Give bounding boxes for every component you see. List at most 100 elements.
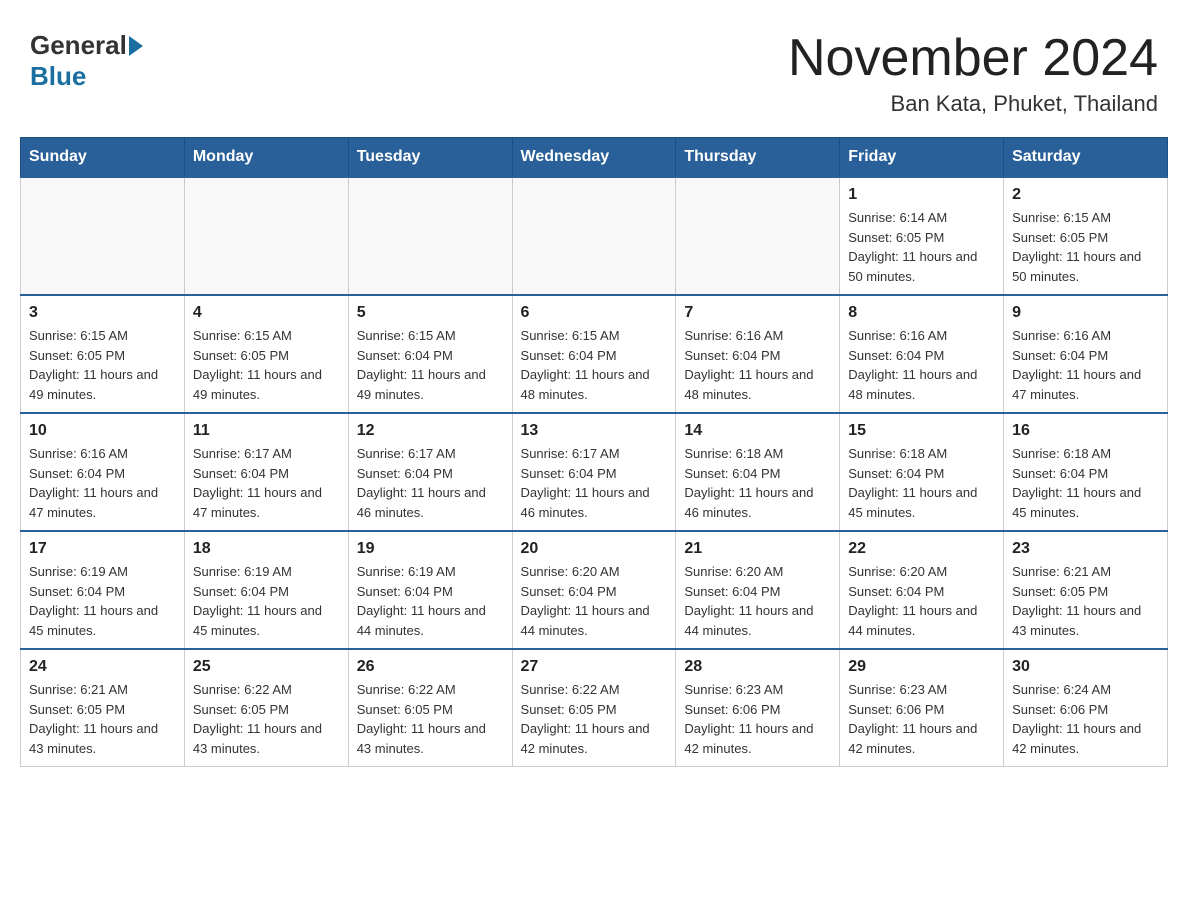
weekday-header-saturday: Saturday [1004, 138, 1168, 178]
calendar-cell: 4 Sunrise: 6:15 AMSunset: 6:05 PMDaylight… [184, 295, 348, 413]
day-info: Sunrise: 6:18 AMSunset: 6:04 PMDaylight:… [1012, 444, 1159, 522]
day-info: Sunrise: 6:15 AMSunset: 6:05 PMDaylight:… [193, 326, 340, 404]
day-info: Sunrise: 6:22 AMSunset: 6:05 PMDaylight:… [193, 680, 340, 758]
calendar-cell: 17Sunrise: 6:19 AMSunset: 6:04 PMDayligh… [21, 531, 185, 649]
day-info: Sunrise: 6:15 AMSunset: 6:05 PMDaylight:… [1012, 208, 1159, 286]
calendar-cell: 18 Sunrise: 6:19 AMSunset: 6:04 PMDayligh… [184, 531, 348, 649]
calendar-cell: 26Sunrise: 6:22 AMSunset: 6:05 PMDayligh… [348, 649, 512, 767]
day-info: Sunrise: 6:17 AMSunset: 6:04 PMDaylight:… [521, 444, 668, 522]
weekday-header-monday: Monday [184, 138, 348, 178]
logo: General Blue [30, 30, 145, 92]
day-number: 23 [1012, 540, 1159, 558]
calendar-cell: 8 Sunrise: 6:16 AMSunset: 6:04 PMDaylight… [840, 295, 1004, 413]
day-info: Sunrise: 6:19 AMSunset: 6:04 PMDaylight:… [29, 562, 176, 640]
day-number: 13 [521, 422, 668, 440]
day-info: Sunrise: 6:23 AMSunset: 6:06 PMDaylight:… [848, 680, 995, 758]
day-info: Sunrise: 6:19 AMSunset: 6:04 PMDaylight:… [357, 562, 504, 640]
day-info: Sunrise: 6:21 AMSunset: 6:05 PMDaylight:… [29, 680, 176, 758]
month-year-title: November 2024 [788, 30, 1158, 87]
week-row-4: 17Sunrise: 6:19 AMSunset: 6:04 PMDayligh… [21, 531, 1168, 649]
day-number: 6 [521, 304, 668, 322]
day-number: 8 [848, 304, 995, 322]
calendar-cell: 15Sunrise: 6:18 AMSunset: 6:04 PMDayligh… [840, 413, 1004, 531]
page-header: General Blue November 2024 Ban Kata, Phu… [20, 20, 1168, 117]
calendar-cell: 25 Sunrise: 6:22 AMSunset: 6:05 PMDayligh… [184, 649, 348, 767]
day-number: 24 [29, 658, 176, 676]
calendar-cell: 2 Sunrise: 6:15 AMSunset: 6:05 PMDaylight… [1004, 177, 1168, 295]
day-number: 4 [193, 304, 340, 322]
day-number: 25 [193, 658, 340, 676]
weekday-header-friday: Friday [840, 138, 1004, 178]
title-block: November 2024 Ban Kata, Phuket, Thailand [788, 30, 1158, 117]
day-info: Sunrise: 6:20 AMSunset: 6:04 PMDaylight:… [684, 562, 831, 640]
logo-general-text: General [30, 30, 127, 61]
day-info: Sunrise: 6:19 AMSunset: 6:04 PMDaylight:… [193, 562, 340, 640]
calendar-cell: 23 Sunrise: 6:21 AMSunset: 6:05 PMDayligh… [1004, 531, 1168, 649]
calendar-cell: 22 Sunrise: 6:20 AMSunset: 6:04 PMDayligh… [840, 531, 1004, 649]
day-number: 19 [357, 540, 504, 558]
day-number: 7 [684, 304, 831, 322]
week-row-5: 24 Sunrise: 6:21 AMSunset: 6:05 PMDayligh… [21, 649, 1168, 767]
day-number: 9 [1012, 304, 1159, 322]
day-info: Sunrise: 6:16 AMSunset: 6:04 PMDaylight:… [848, 326, 995, 404]
calendar-cell: 16 Sunrise: 6:18 AMSunset: 6:04 PMDayligh… [1004, 413, 1168, 531]
weekday-header-thursday: Thursday [676, 138, 840, 178]
day-info: Sunrise: 6:16 AMSunset: 6:04 PMDaylight:… [684, 326, 831, 404]
day-number: 1 [848, 186, 995, 204]
calendar-cell: 9 Sunrise: 6:16 AMSunset: 6:04 PMDaylight… [1004, 295, 1168, 413]
day-info: Sunrise: 6:22 AMSunset: 6:05 PMDaylight:… [521, 680, 668, 758]
day-info: Sunrise: 6:15 AMSunset: 6:04 PMDaylight:… [357, 326, 504, 404]
day-info: Sunrise: 6:24 AMSunset: 6:06 PMDaylight:… [1012, 680, 1159, 758]
logo-arrow-icon [129, 36, 143, 56]
calendar-cell: 27 Sunrise: 6:22 AMSunset: 6:05 PMDayligh… [512, 649, 676, 767]
week-row-1: 1 Sunrise: 6:14 AMSunset: 6:05 PMDaylight… [21, 177, 1168, 295]
weekday-header-wednesday: Wednesday [512, 138, 676, 178]
day-info: Sunrise: 6:16 AMSunset: 6:04 PMDaylight:… [1012, 326, 1159, 404]
week-row-3: 10Sunrise: 6:16 AMSunset: 6:04 PMDayligh… [21, 413, 1168, 531]
day-info: Sunrise: 6:15 AMSunset: 6:05 PMDaylight:… [29, 326, 176, 404]
day-info: Sunrise: 6:15 AMSunset: 6:04 PMDaylight:… [521, 326, 668, 404]
logo-blue-text: Blue [30, 61, 86, 92]
weekday-header-tuesday: Tuesday [348, 138, 512, 178]
calendar-cell: 21 Sunrise: 6:20 AMSunset: 6:04 PMDayligh… [676, 531, 840, 649]
day-number: 16 [1012, 422, 1159, 440]
day-number: 12 [357, 422, 504, 440]
day-info: Sunrise: 6:17 AMSunset: 6:04 PMDaylight:… [357, 444, 504, 522]
day-info: Sunrise: 6:18 AMSunset: 6:04 PMDaylight:… [684, 444, 831, 522]
calendar-cell: 14Sunrise: 6:18 AMSunset: 6:04 PMDayligh… [676, 413, 840, 531]
calendar-table: SundayMondayTuesdayWednesdayThursdayFrid… [20, 137, 1168, 767]
calendar-cell [21, 177, 185, 295]
calendar-cell [676, 177, 840, 295]
day-number: 18 [193, 540, 340, 558]
weekday-header-sunday: Sunday [21, 138, 185, 178]
calendar-cell: 20 Sunrise: 6:20 AMSunset: 6:04 PMDayligh… [512, 531, 676, 649]
calendar-cell: 3Sunrise: 6:15 AMSunset: 6:05 PMDaylight… [21, 295, 185, 413]
calendar-cell: 30Sunrise: 6:24 AMSunset: 6:06 PMDayligh… [1004, 649, 1168, 767]
day-number: 26 [357, 658, 504, 676]
calendar-cell: 24 Sunrise: 6:21 AMSunset: 6:05 PMDayligh… [21, 649, 185, 767]
day-number: 28 [684, 658, 831, 676]
calendar-cell: 28 Sunrise: 6:23 AMSunset: 6:06 PMDayligh… [676, 649, 840, 767]
calendar-cell: 13 Sunrise: 6:17 AMSunset: 6:04 PMDayligh… [512, 413, 676, 531]
calendar-cell [348, 177, 512, 295]
day-info: Sunrise: 6:23 AMSunset: 6:06 PMDaylight:… [684, 680, 831, 758]
day-number: 11 [193, 422, 340, 440]
day-number: 27 [521, 658, 668, 676]
day-info: Sunrise: 6:21 AMSunset: 6:05 PMDaylight:… [1012, 562, 1159, 640]
location-subtitle: Ban Kata, Phuket, Thailand [788, 91, 1158, 117]
day-info: Sunrise: 6:20 AMSunset: 6:04 PMDaylight:… [848, 562, 995, 640]
day-number: 29 [848, 658, 995, 676]
day-info: Sunrise: 6:20 AMSunset: 6:04 PMDaylight:… [521, 562, 668, 640]
day-number: 20 [521, 540, 668, 558]
calendar-cell: 10Sunrise: 6:16 AMSunset: 6:04 PMDayligh… [21, 413, 185, 531]
calendar-cell: 12 Sunrise: 6:17 AMSunset: 6:04 PMDayligh… [348, 413, 512, 531]
calendar-cell: 5Sunrise: 6:15 AMSunset: 6:04 PMDaylight… [348, 295, 512, 413]
week-row-2: 3Sunrise: 6:15 AMSunset: 6:05 PMDaylight… [21, 295, 1168, 413]
day-info: Sunrise: 6:14 AMSunset: 6:05 PMDaylight:… [848, 208, 995, 286]
day-number: 2 [1012, 186, 1159, 204]
day-number: 21 [684, 540, 831, 558]
day-number: 15 [848, 422, 995, 440]
day-number: 22 [848, 540, 995, 558]
calendar-cell: 19 Sunrise: 6:19 AMSunset: 6:04 PMDayligh… [348, 531, 512, 649]
calendar-cell [184, 177, 348, 295]
